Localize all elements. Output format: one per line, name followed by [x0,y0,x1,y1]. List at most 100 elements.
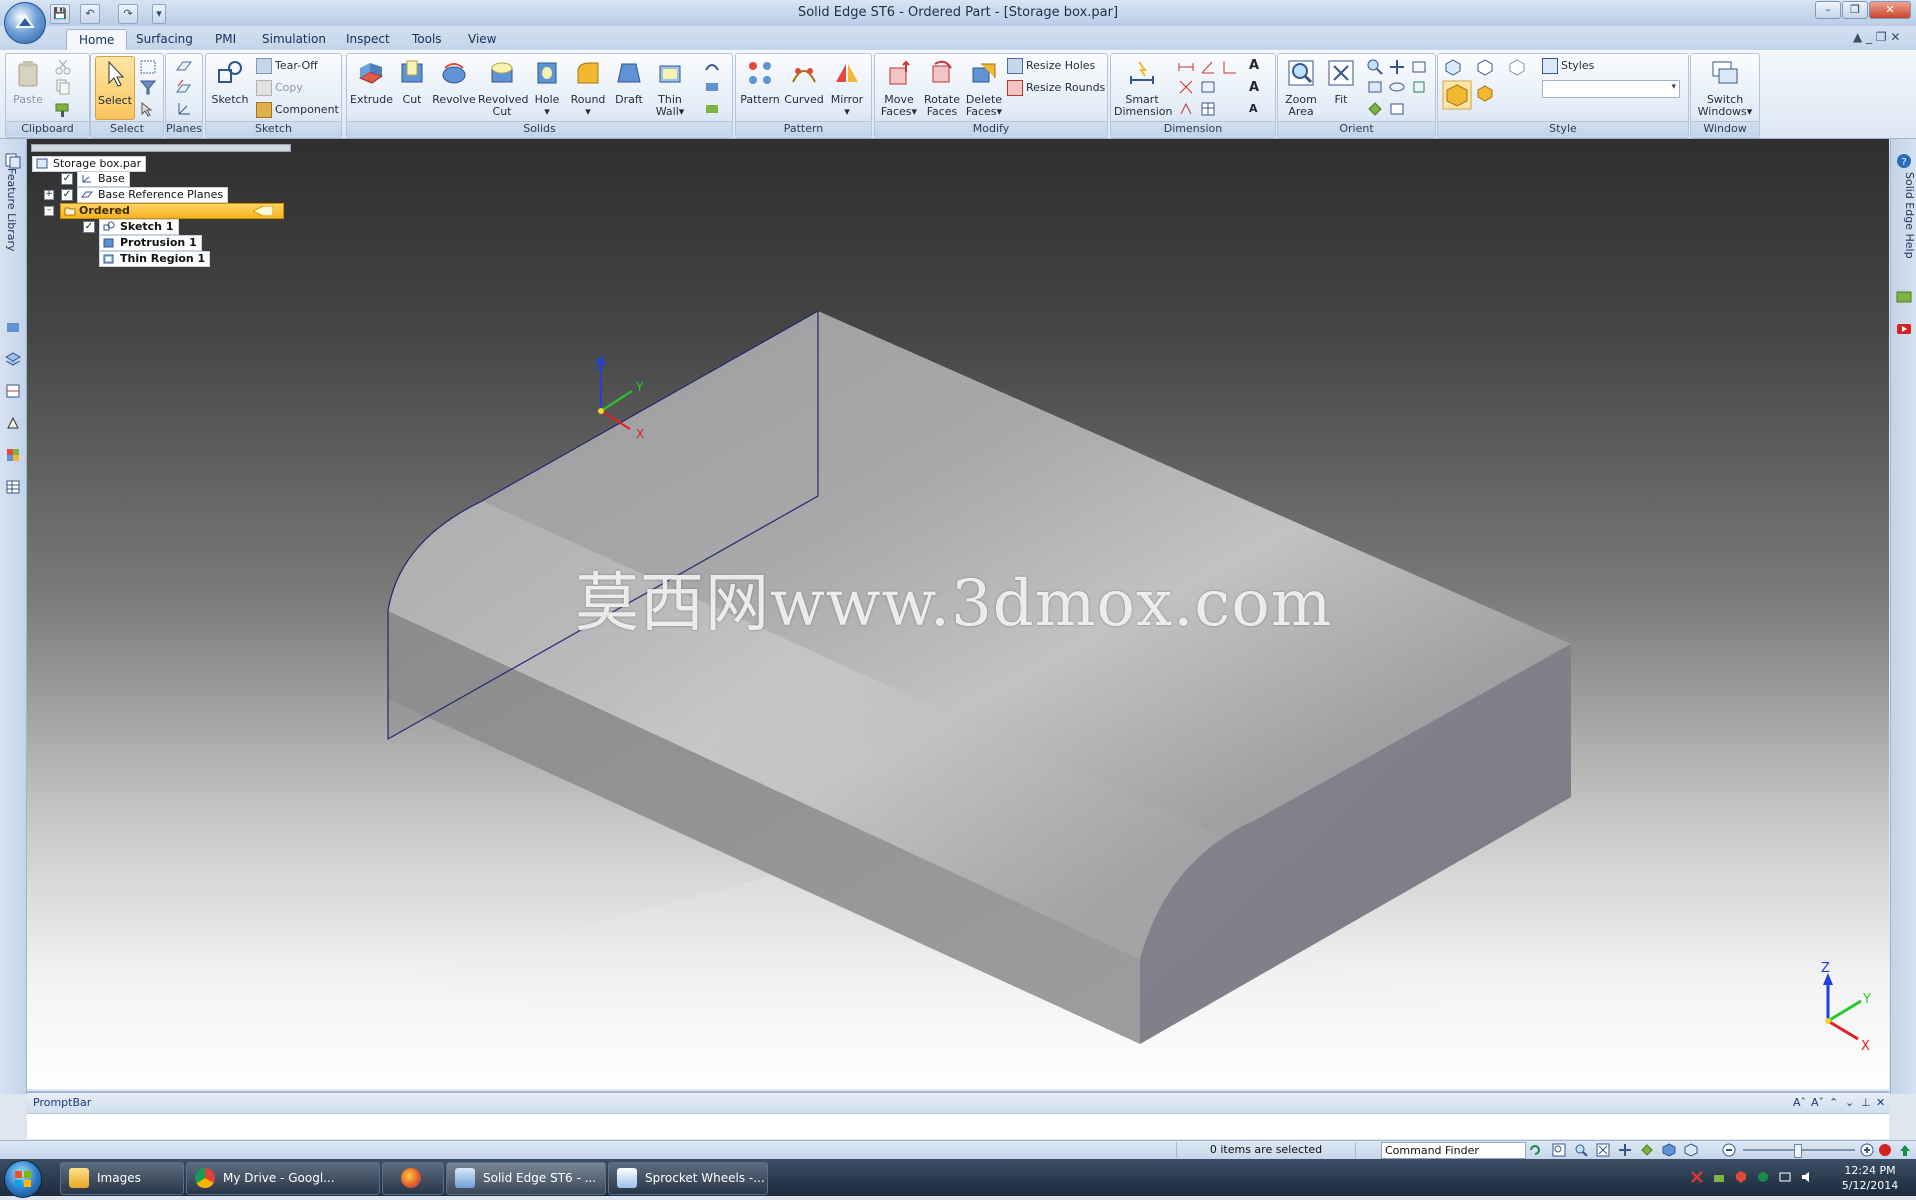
taskbar-item-sprocket-wheels[interactable]: Sprocket Wheels -... [608,1162,768,1195]
view-orient-icon[interactable] [1684,1143,1698,1157]
tab-home[interactable]: Home [66,29,128,50]
learning-icon[interactable] [1896,289,1912,305]
text-larger-icon[interactable]: Aˆ [1793,1096,1806,1109]
thin-wall-button[interactable]: Thin Wall▾ [650,56,690,118]
tray-security-icon[interactable] [1734,1170,1748,1184]
select-box-icon[interactable] [139,58,157,76]
copy-icon[interactable] [54,78,72,96]
taskbar-item-solid-edge[interactable]: Solid Edge ST6 - ... [446,1162,606,1195]
switch-windows-button[interactable]: Switch Windows▾ [1693,56,1757,118]
view-cube-icon[interactable] [1662,1143,1676,1157]
angle-between-icon[interactable] [1199,58,1217,76]
restore-button[interactable]: ❐ [1842,1,1868,19]
fit-button[interactable]: Fit [1323,56,1359,118]
prompt-close-icon[interactable]: ✕ [1876,1096,1885,1109]
paste-button[interactable]: Paste [10,56,46,118]
youtube-icon[interactable] [1896,321,1912,337]
tree-node-thin-region-1[interactable]: Thin Region 1 [99,251,211,267]
family-of-parts-icon[interactable] [5,383,21,399]
base-planes-expander[interactable]: + [44,190,54,200]
view-orientation-triad[interactable]: Z Y X [1821,961,1871,1054]
sketch-button[interactable]: Sketch [210,56,250,118]
tab-tools[interactable]: Tools [400,29,454,49]
tab-view[interactable]: View [456,29,508,49]
shaded-icon[interactable] [1476,84,1494,102]
taskbar-item-chrome[interactable]: My Drive - Googl... [186,1162,380,1195]
rib-icon[interactable] [703,58,721,76]
zoom-in-icon[interactable] [1860,1143,1874,1157]
pin-icon[interactable]: ⊥ [1861,1096,1871,1109]
tab-surfacing[interactable]: Surfacing [124,29,205,49]
pathfinder-icon[interactable] [5,153,21,169]
ordered-collapser[interactable]: – [44,206,54,216]
color-manager-icon[interactable] [5,447,21,463]
rotate-faces-button[interactable]: Rotate Faces [922,56,962,118]
tray-display-icon[interactable] [1778,1170,1792,1184]
tree-root-node[interactable]: Storage box.par [32,156,147,172]
ribbon-help-icons[interactable]: ▲ _ ❐ ✕ [1853,30,1900,44]
minimize-button[interactable]: – [1815,1,1841,19]
smart-dimension-button[interactable]: Smart Dimension [1114,56,1172,118]
distance-between-icon[interactable] [1177,58,1195,76]
coordinate-dimension-icon[interactable] [1221,58,1239,76]
zoom-area-status-icon[interactable] [1552,1143,1566,1157]
resize-holes-button[interactable]: Resize Holes [1007,57,1095,75]
round-button[interactable]: Round ▾ [568,56,608,118]
layers-icon[interactable] [5,351,21,367]
tab-inspect[interactable]: Inspect [334,29,402,49]
application-button[interactable] [4,2,46,44]
taskbar-item-firefox[interactable] [382,1162,444,1195]
web-network-icon[interactable] [703,78,721,96]
tray-flag-icon[interactable] [1690,1170,1704,1184]
taskbar-item-images[interactable]: Images [60,1162,184,1195]
sketch-view-icon[interactable] [1366,78,1384,96]
text-format-icon[interactable]: A [1249,102,1258,115]
tear-off-button[interactable]: Tear-Off [256,57,318,75]
sketch1-visibility-checkbox[interactable]: ✓ [83,221,95,233]
styles-button[interactable]: Styles [1542,57,1594,75]
font-size-decrease-icon[interactable]: A [1249,80,1259,95]
feature-library-icon[interactable] [5,319,21,335]
copy-sketch-button[interactable]: Copy [256,79,303,97]
tree-node-protrusion-1[interactable]: Protrusion 1 [99,235,202,251]
rotate-view-icon[interactable] [1388,78,1406,96]
view-dimetric-icon[interactable] [1476,58,1494,76]
refresh-icon[interactable] [1528,1143,1542,1157]
close-button[interactable]: ✕ [1869,1,1911,19]
spin-about-icon[interactable] [1410,78,1428,96]
resize-rounds-button[interactable]: Resize Rounds [1007,79,1105,97]
tray-sync-icon[interactable] [1756,1170,1770,1184]
fit-status-icon[interactable] [1596,1143,1610,1157]
shaded-with-edges-icon[interactable] [1442,80,1472,110]
mirror-button[interactable]: Mirror ▾ [827,56,867,118]
coordinate-system-icon[interactable] [175,100,193,118]
pattern-button[interactable]: Pattern [739,56,781,118]
feature-library-tab[interactable]: Feature Library [5,168,18,252]
expand-down-icon[interactable]: ⌄ [1845,1096,1854,1109]
upload-icon[interactable] [1898,1143,1912,1157]
base-planes-visibility-checkbox[interactable]: ✓ [61,189,73,201]
angular-coordinate-icon[interactable] [1177,100,1195,118]
draft-button[interactable]: Draft [610,56,648,118]
add-body-icon[interactable] [703,100,721,118]
tree-node-ordered[interactable]: Ordered [60,203,284,219]
paint-format-icon[interactable] [54,100,72,118]
font-size-increase-icon[interactable]: A [1249,58,1259,73]
parallel-plane-icon[interactable] [175,78,193,96]
tree-node-base[interactable]: Base [77,171,130,187]
coincident-plane-icon[interactable] [175,58,193,76]
base-visibility-checkbox[interactable]: ✓ [61,173,73,185]
zoom-area-button[interactable]: Zoom Area [1281,56,1321,118]
taskbar-clock[interactable]: 12:24 PM 5/12/2014 [1830,1163,1910,1193]
select-manager-icon[interactable] [139,100,157,118]
solid-edge-help-tab[interactable]: Solid Edge Help [1903,172,1916,259]
select-tool-button[interactable]: Select [95,56,135,120]
view-trimetric-icon[interactable] [1508,58,1526,76]
cut-scissors-icon[interactable] [54,58,72,76]
revolved-cut-button[interactable]: Revolved Cut [478,56,528,118]
revolve-button[interactable]: Revolve [432,56,476,118]
extrude-button[interactable]: Extrude [350,56,393,118]
tray-volume-icon[interactable] [1800,1170,1814,1184]
component-button[interactable]: Component [256,101,339,119]
named-views-icon[interactable] [1388,100,1406,118]
